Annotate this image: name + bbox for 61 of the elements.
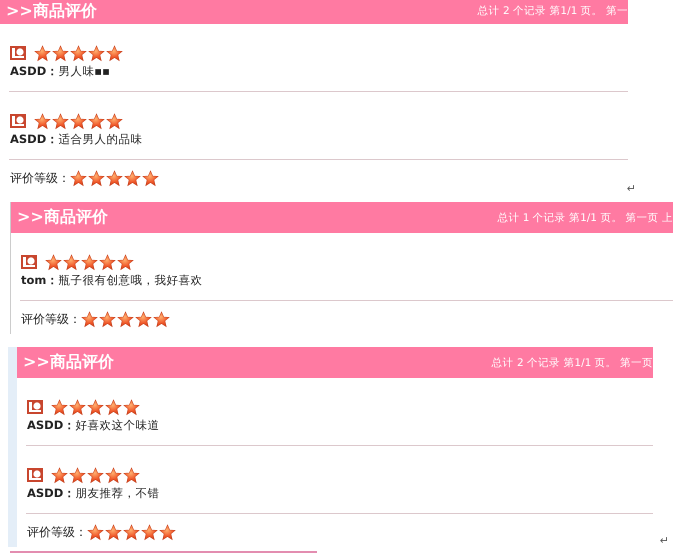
star-icon bbox=[63, 254, 80, 270]
star-icon bbox=[88, 170, 105, 187]
star-icon bbox=[135, 311, 152, 328]
star-icon bbox=[123, 466, 140, 484]
review-comment: tom：瓶子很有创意哦，我好喜欢 bbox=[21, 273, 204, 288]
review-comment: ASDD：男人味▪▪ bbox=[10, 64, 111, 79]
star-icon bbox=[88, 44, 105, 62]
return-mark: ↵ bbox=[626, 182, 636, 195]
star-icon bbox=[87, 524, 104, 541]
panel-title: >>商品评价 bbox=[5, 0, 97, 22]
star-icon bbox=[81, 311, 98, 328]
star-icon bbox=[45, 254, 62, 270]
panel-title: >>商品评价 bbox=[22, 352, 114, 373]
return-mark: ↵ bbox=[660, 534, 669, 547]
star-icon bbox=[141, 524, 158, 541]
user-icon bbox=[10, 46, 26, 60]
star-icon bbox=[88, 112, 105, 130]
star-icon bbox=[117, 311, 134, 328]
rating-label: 评价等级： bbox=[27, 524, 87, 541]
star-icon bbox=[99, 254, 116, 270]
star-icon bbox=[105, 398, 122, 416]
pager-text: 总计 2 个记录 第1/1 页。 第一 bbox=[478, 4, 628, 18]
star-icon bbox=[69, 466, 86, 484]
star-icon bbox=[123, 398, 140, 416]
user-icon bbox=[27, 468, 43, 482]
star-icon bbox=[70, 112, 87, 130]
pager-text: 总计 1 个记录 第1/1 页。 第一页 上 bbox=[497, 210, 673, 224]
star-icon bbox=[153, 311, 170, 328]
user-icon bbox=[27, 400, 43, 414]
review-comment: ASDD：适合男人的品味 bbox=[10, 132, 144, 147]
star-icon bbox=[87, 466, 104, 484]
star-icon bbox=[106, 170, 123, 187]
star-icon bbox=[51, 466, 68, 484]
star-icon bbox=[69, 398, 86, 416]
star-icon bbox=[52, 112, 69, 130]
star-icon bbox=[70, 44, 87, 62]
user-icon bbox=[10, 114, 26, 128]
rating-label: 评价等级： bbox=[10, 170, 70, 187]
star-icon bbox=[123, 524, 140, 541]
review-comment: ASDD：朋友推荐，不错 bbox=[27, 486, 160, 501]
star-icon bbox=[106, 44, 123, 62]
user-icon bbox=[21, 255, 37, 269]
star-icon bbox=[117, 254, 134, 270]
star-icon bbox=[87, 398, 104, 416]
star-icon bbox=[52, 44, 69, 62]
star-icon bbox=[106, 112, 123, 130]
star-icon bbox=[105, 524, 122, 541]
star-icon bbox=[159, 524, 176, 541]
star-icon bbox=[70, 170, 87, 187]
review-comment: ASDD：好喜欢这个味道 bbox=[27, 418, 160, 433]
pager-text: 总计 2 个记录 第1/1 页。 第一页 bbox=[492, 356, 653, 370]
star-icon bbox=[99, 311, 116, 328]
star-icon bbox=[142, 170, 159, 187]
star-icon bbox=[124, 170, 141, 187]
star-icon bbox=[34, 112, 51, 130]
star-icon bbox=[105, 466, 122, 484]
panel-title: >>商品评价 bbox=[16, 207, 108, 228]
star-icon bbox=[81, 254, 98, 270]
rating-label: 评价等级： bbox=[21, 311, 81, 328]
star-icon bbox=[34, 44, 51, 62]
star-icon bbox=[51, 398, 68, 416]
